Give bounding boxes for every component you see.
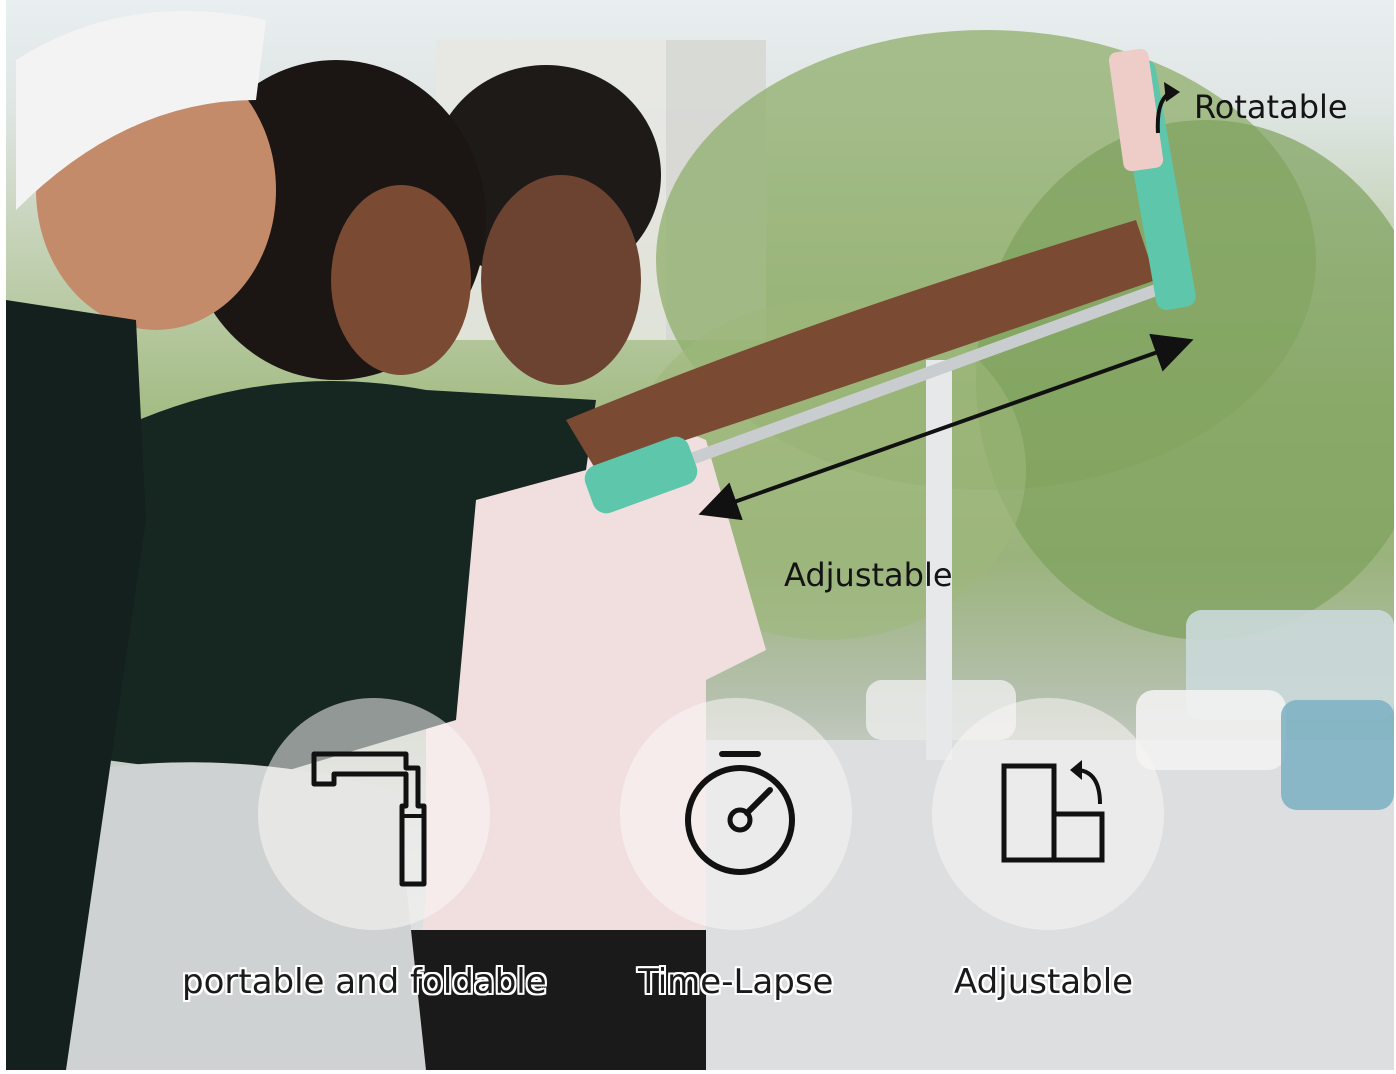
rotate-orientation-icon [1001, 760, 1105, 863]
stopwatch-icon [685, 751, 795, 875]
product-photo: Rotatable Adjustable portable and foldab… [6, 0, 1394, 1070]
foldable-stick-icon [311, 751, 427, 887]
rotatable-label: Rotatable [1194, 88, 1348, 126]
feature-caption-timelapse: Time-Lapse [638, 962, 834, 1002]
feature-caption-adjustable: Adjustable [954, 962, 1134, 1002]
feature-caption-foldable: portable and foldable [182, 962, 547, 1002]
adjustable-length-label: Adjustable [784, 556, 953, 594]
rotate-arrow-icon [1155, 82, 1180, 134]
